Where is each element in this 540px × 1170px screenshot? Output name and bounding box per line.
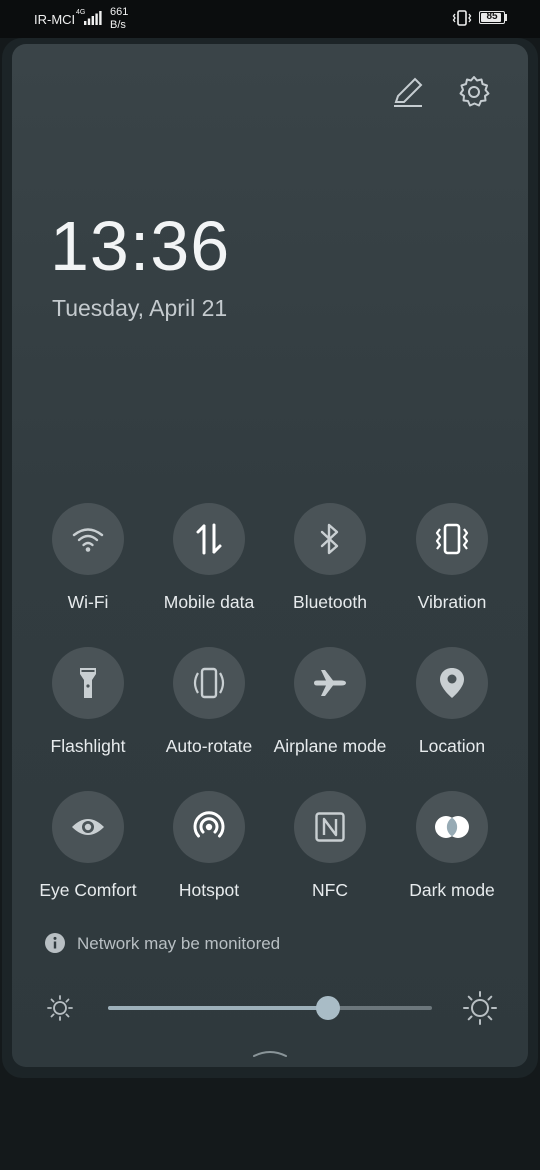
tile-dark-mode-label: Dark mode [409, 880, 495, 900]
tile-vibration[interactable]: Vibration [387, 503, 517, 614]
tile-vibration-button[interactable] [416, 503, 488, 575]
wifi-icon [72, 528, 104, 552]
brightness-low-icon [47, 995, 73, 1021]
tile-airplane-mode[interactable]: Airplane mode [265, 647, 395, 758]
clock-time: 13:36 [50, 207, 231, 285]
mobile-data-icon [196, 523, 222, 555]
network-speed: 661 B/s [110, 6, 128, 32]
tile-wifi-button[interactable] [52, 503, 124, 575]
flashlight-icon [80, 668, 96, 698]
bluetooth-icon [320, 523, 339, 555]
tile-flashlight[interactable]: Flashlight [23, 647, 153, 758]
tile-wifi-label: Wi-Fi [67, 592, 109, 612]
tile-auto-rotate[interactable]: Auto-rotate [144, 647, 274, 758]
status-bar: IR-MCI 4G 661 B/s 85 [0, 0, 540, 38]
collapse-handle-icon[interactable] [252, 1046, 288, 1060]
info-icon [45, 933, 65, 953]
hotspot-icon [193, 811, 225, 838]
tile-hotspot[interactable]: Hotspot [144, 791, 274, 902]
tile-bluetooth[interactable]: Bluetooth [265, 503, 395, 614]
tile-eye-comfort-button[interactable] [52, 791, 124, 863]
tile-airplane-mode-button[interactable] [294, 647, 366, 719]
signal-icon [84, 11, 102, 25]
tile-vibration-label: Vibration [417, 592, 487, 612]
nfc-icon [315, 812, 345, 842]
dark-mode-icon [435, 816, 469, 838]
tile-dark-mode-button[interactable] [416, 791, 488, 863]
carrier-name: IR-MCI [34, 12, 76, 27]
edit-icon[interactable] [390, 74, 426, 110]
tile-auto-rotate-button[interactable] [173, 647, 245, 719]
tile-bluetooth-label: Bluetooth [293, 592, 367, 612]
tile-nfc-label: NFC [312, 880, 348, 900]
tile-airplane-mode-label: Airplane mode [273, 736, 387, 756]
battery-icon: 85 [479, 11, 505, 24]
clock-date: Tuesday, April 21 [52, 295, 228, 321]
brightness-slider[interactable] [108, 996, 432, 1020]
tile-hotspot-button[interactable] [173, 791, 245, 863]
tile-eye-comfort[interactable]: Eye Comfort [23, 791, 153, 902]
tile-nfc[interactable]: NFC [265, 791, 395, 902]
tile-bluetooth-button[interactable] [294, 503, 366, 575]
eye-icon [72, 819, 104, 835]
tile-hotspot-label: Hotspot [178, 880, 240, 900]
battery-level: 85 [486, 11, 498, 22]
tile-flashlight-label: Flashlight [50, 736, 126, 756]
tile-location[interactable]: Location [387, 647, 517, 758]
location-icon [440, 668, 464, 698]
tile-nfc-button[interactable] [294, 791, 366, 863]
tile-eye-comfort-label: Eye Comfort [39, 880, 137, 900]
tile-flashlight-button[interactable] [52, 647, 124, 719]
network-monitored-notice[interactable]: Network may be monitored [77, 934, 280, 954]
tile-mobile-data[interactable]: Mobile data [144, 503, 274, 614]
network-speed-unit: B/s [110, 19, 126, 31]
tile-dark-mode[interactable]: Dark mode [387, 791, 517, 902]
brightness-high-icon [463, 991, 497, 1025]
tile-wifi[interactable]: Wi-Fi [23, 503, 153, 614]
battery-cap [505, 14, 507, 21]
airplane-icon [314, 670, 346, 696]
tile-location-button[interactable] [416, 647, 488, 719]
auto-rotate-icon [193, 667, 225, 699]
tile-location-label: Location [418, 736, 486, 756]
network-speed-value: 661 [110, 6, 129, 18]
tile-mobile-data-label: Mobile data [163, 592, 255, 612]
tile-auto-rotate-label: Auto-rotate [165, 736, 253, 756]
vibration-icon [435, 523, 469, 555]
tile-mobile-data-button[interactable] [173, 503, 245, 575]
brightness-slider-fill [108, 1006, 329, 1010]
vibration-status-icon [452, 10, 472, 26]
settings-icon[interactable] [456, 74, 492, 110]
